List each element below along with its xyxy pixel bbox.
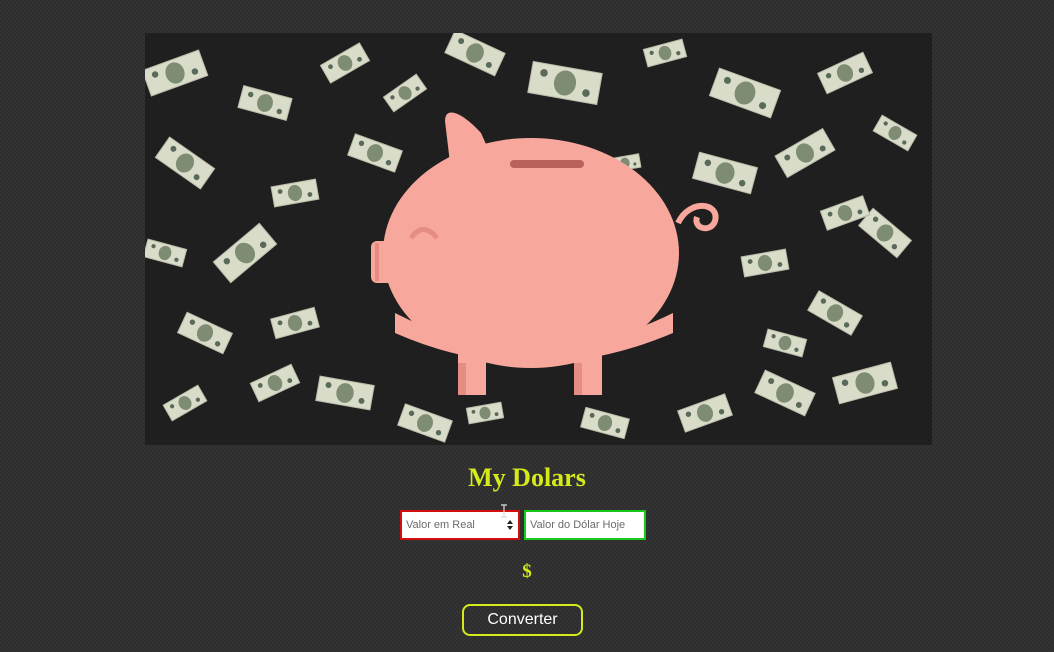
page-title: My Dolars (468, 463, 586, 492)
dollar-bill (145, 49, 209, 97)
dollar-bill (691, 151, 759, 195)
dollar-bill (237, 85, 293, 121)
piggy-bank-illustration (145, 33, 918, 443)
dollar-bill (212, 222, 278, 284)
dollar-bill (270, 178, 320, 208)
dollar-bill (807, 290, 863, 336)
dollar-bill (444, 33, 506, 77)
number-spinner-icon[interactable] (506, 519, 514, 531)
dollar-bill (465, 401, 505, 425)
dollar-bill (315, 375, 375, 411)
dollar-bill (774, 127, 836, 179)
dollar-bill (754, 369, 816, 417)
input-group: Valor em Real Valor do Dólar Hoje (400, 510, 646, 540)
dollar-bill (762, 328, 808, 358)
dollar-bill (176, 311, 234, 355)
dollar-bill (708, 67, 782, 119)
dolar-rate-input[interactable]: Valor do Dólar Hoje (524, 510, 646, 540)
dollar-bill (270, 306, 320, 340)
dollar-bill (382, 73, 428, 113)
dollar-bill (872, 114, 918, 152)
dollar-bill (145, 238, 188, 268)
dollar-bill (740, 248, 790, 278)
dollar-bill (249, 363, 301, 403)
hero-image (145, 33, 932, 445)
dollar-bill (677, 393, 733, 433)
dollar-bill (397, 403, 453, 443)
convert-button[interactable]: Converter (462, 604, 583, 636)
dollar-bill (642, 38, 688, 68)
dollar-bill (580, 406, 630, 440)
result-value: $ (522, 561, 532, 582)
dollar-bill (154, 136, 216, 190)
dollar-bill (816, 51, 874, 95)
real-value-placeholder: Valor em Real (406, 519, 475, 531)
dollar-bill (319, 42, 371, 84)
dolar-rate-placeholder: Valor do Dólar Hoje (530, 519, 626, 531)
dollar-bill (162, 384, 208, 422)
text-cursor-icon (501, 504, 507, 518)
dollar-bill (527, 60, 603, 106)
dollar-bill (347, 133, 403, 173)
piggy-bank (371, 112, 719, 395)
dollar-bill (831, 361, 899, 405)
